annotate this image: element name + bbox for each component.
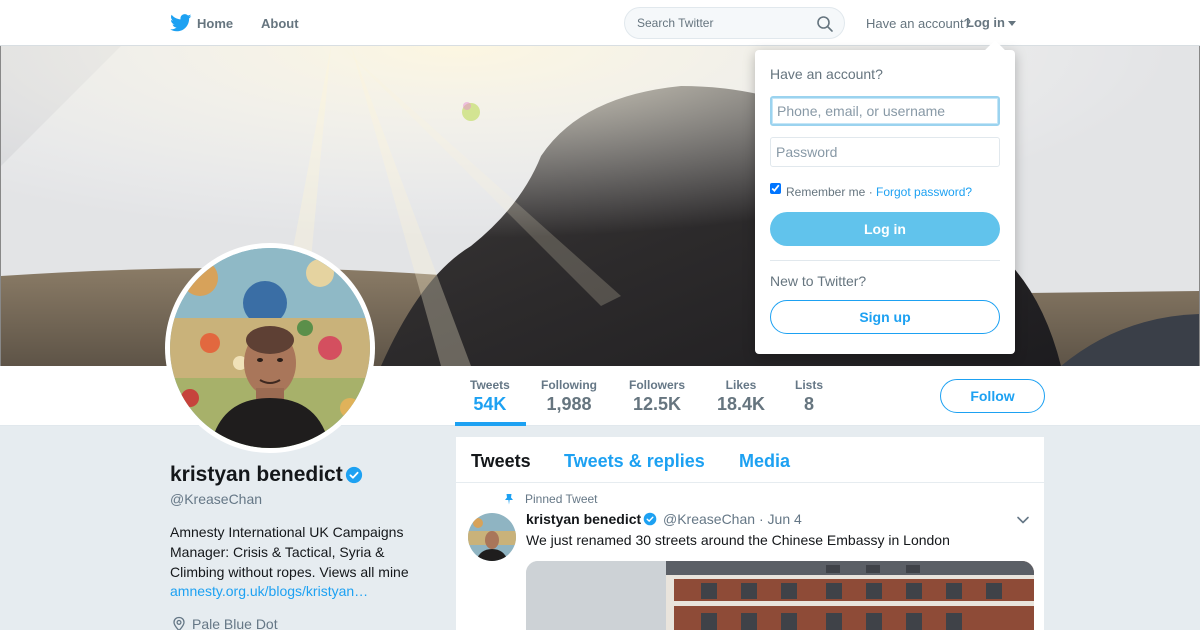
- profile-name: kristyan benedict: [170, 463, 343, 486]
- login-dropdown: Have an account? Remember me · Forgot pa…: [755, 40, 1015, 354]
- search-input[interactable]: [637, 14, 807, 32]
- password-field[interactable]: [770, 137, 1000, 167]
- stat-value: 18.4K: [717, 394, 766, 414]
- tweet-author-name[interactable]: kristyan benedict: [526, 511, 641, 527]
- twitter-bird-icon[interactable]: [170, 14, 192, 32]
- stat-label: Following: [541, 378, 597, 392]
- chevron-down-icon[interactable]: [1008, 21, 1016, 26]
- verified-badge-icon: [345, 466, 363, 484]
- nav-about-link[interactable]: About: [261, 16, 299, 31]
- signup-button[interactable]: Sign up: [770, 300, 1000, 334]
- tab-tweets[interactable]: Tweets: [471, 451, 531, 472]
- stat-followers[interactable]: Followers 12.5K: [629, 378, 685, 415]
- profile-handle[interactable]: @KreaseChan: [170, 491, 262, 507]
- active-tab-indicator: [455, 422, 526, 426]
- stat-value: 8: [804, 394, 815, 414]
- remember-me-label[interactable]: Remember me ·: [786, 185, 873, 199]
- stat-following[interactable]: Following 1,988: [541, 378, 597, 415]
- stat-lists[interactable]: Lists 8: [795, 378, 823, 415]
- separator-dot: ·: [868, 185, 873, 199]
- verified-badge-icon: [643, 512, 657, 526]
- have-account-text: Have an account?: [866, 16, 971, 31]
- stat-label: Tweets: [470, 378, 510, 392]
- stat-value: 12.5K: [632, 394, 682, 414]
- stat-tweets[interactable]: Tweets 54K: [470, 378, 510, 415]
- tweet-text: We just renamed 30 streets around the Ch…: [526, 532, 950, 548]
- timeline: Tweets Tweets & replies Media Pinned Twe…: [456, 437, 1044, 630]
- remember-me-text: Remember me: [786, 185, 866, 199]
- pin-icon: [505, 494, 513, 505]
- username-field[interactable]: [770, 96, 1000, 126]
- stat-value: 1,988: [546, 394, 592, 414]
- tweet-author-avatar[interactable]: [468, 513, 516, 561]
- follow-button[interactable]: Follow: [940, 379, 1045, 413]
- new-to-twitter-text: New to Twitter?: [770, 273, 867, 289]
- tweet-media-image[interactable]: [526, 561, 1034, 630]
- tweet-author-handle[interactable]: @KreaseChan: [663, 511, 755, 527]
- login-submit-button[interactable]: Log in: [770, 212, 1000, 246]
- top-navigation-bar: Home About Have an account? Log in: [0, 0, 1200, 46]
- pinned-tweet-label: Pinned Tweet: [525, 492, 598, 506]
- search-icon[interactable]: [816, 15, 834, 33]
- stat-likes[interactable]: Likes 18.4K: [717, 378, 765, 415]
- location-pin-icon: [173, 616, 185, 630]
- search-box: [624, 7, 845, 39]
- profile-avatar[interactable]: [165, 243, 375, 453]
- profile-website-link[interactable]: amnesty.org.uk/blogs/kristyan…: [170, 583, 368, 599]
- profile-location: Pale Blue Dot: [192, 616, 278, 630]
- remember-me-checkbox[interactable]: [770, 183, 781, 194]
- timeline-tabs: Tweets Tweets & replies Media: [456, 437, 1044, 483]
- tab-tweets-replies[interactable]: Tweets & replies: [564, 451, 705, 472]
- stat-label: Lists: [795, 378, 824, 392]
- tab-media[interactable]: Media: [739, 451, 790, 472]
- profile-bio: Amnesty International UK Campaigns Manag…: [170, 524, 409, 580]
- stat-label: Likes: [725, 378, 757, 392]
- avatar-image: [170, 248, 370, 448]
- stat-value: 54K: [473, 394, 507, 414]
- forgot-password-link[interactable]: Forgot password?: [876, 185, 972, 199]
- login-dropdown-toggle[interactable]: Log in: [966, 15, 1005, 30]
- nav-home-link[interactable]: Home: [197, 16, 233, 31]
- login-dropdown-title: Have an account?: [770, 66, 883, 82]
- chevron-down-icon[interactable]: [1016, 513, 1030, 527]
- divider: [770, 260, 1000, 261]
- tweet-timestamp[interactable]: · Jun 4: [759, 511, 802, 527]
- stat-label: Followers: [629, 378, 686, 392]
